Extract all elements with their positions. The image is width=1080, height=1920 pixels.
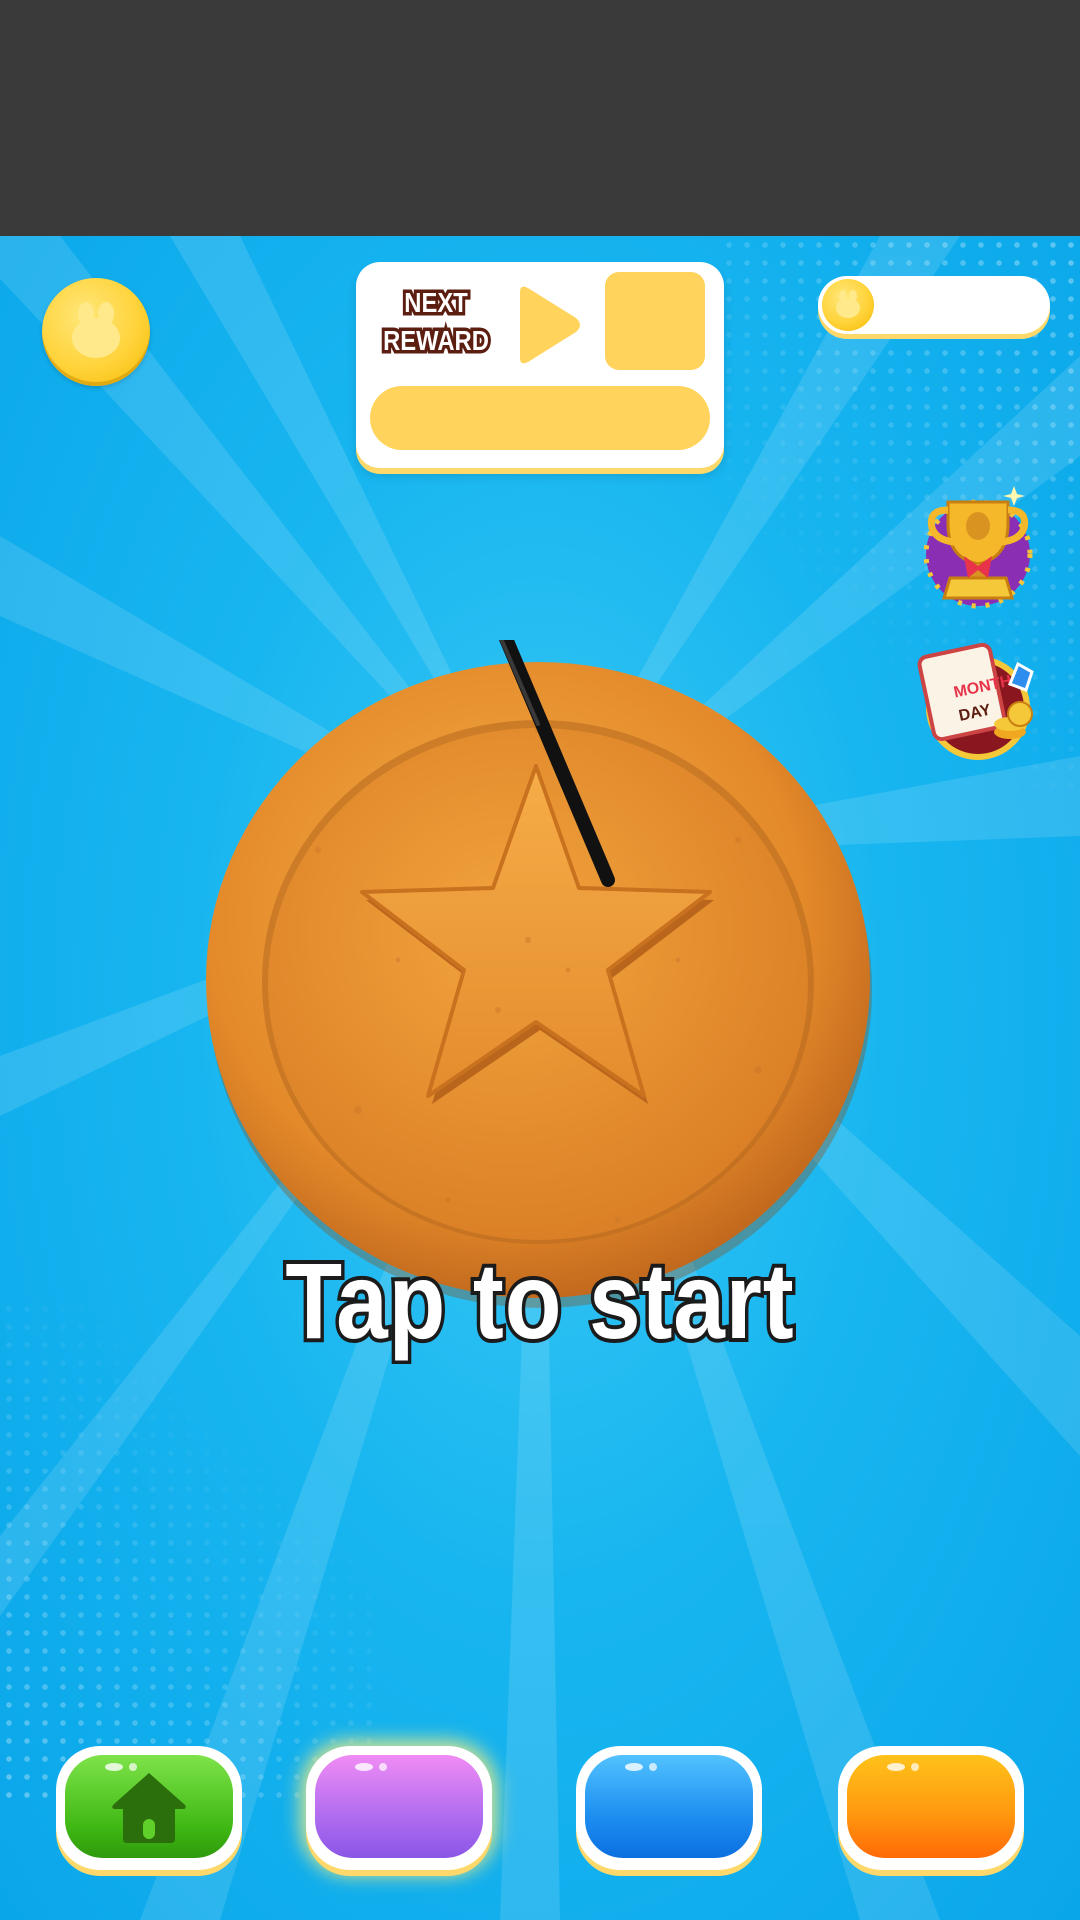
currency-counter[interactable] — [818, 276, 1050, 334]
trophy-icon[interactable] — [914, 480, 1042, 612]
home-icon — [112, 1772, 186, 1843]
currency-coin-button[interactable] — [42, 278, 150, 386]
nav-orange-button[interactable] — [838, 1746, 1024, 1870]
play-icon — [520, 286, 580, 364]
next-reward-panel[interactable]: NEXT REWARD — [356, 262, 724, 468]
bunny-coin-icon — [72, 302, 120, 358]
status-bar-area — [0, 0, 1080, 236]
calendar-icon[interactable]: MONTH DAY — [914, 636, 1042, 768]
next-reward-title: NEXT REWARD — [380, 284, 492, 360]
dalgona-star-cookie[interactable] — [198, 640, 878, 1320]
nav-home-button[interactable] — [56, 1746, 242, 1870]
tap-to-start-prompt[interactable]: Tap to start — [76, 1236, 1005, 1365]
bunny-coin-icon — [822, 279, 874, 331]
halftone-dots — [0, 1300, 380, 1800]
nav-purple-button[interactable] — [306, 1746, 492, 1870]
reward-progress-bar — [370, 386, 710, 450]
nav-blue-button[interactable] — [576, 1746, 762, 1870]
reward-item-slot — [605, 272, 705, 370]
